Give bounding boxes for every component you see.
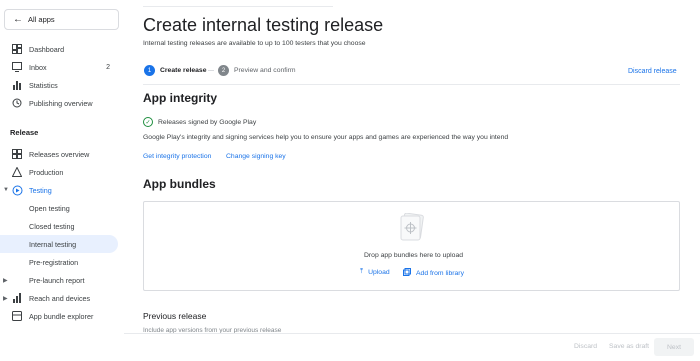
step-label: Preview and confirm — [234, 67, 296, 74]
inbox-icon — [11, 61, 23, 73]
back-arrow-icon: ← — [13, 14, 23, 25]
releases-overview-icon — [11, 148, 23, 160]
bundle-explorer-icon — [11, 310, 23, 322]
sidebar-item-label: Testing — [29, 185, 52, 195]
sidebar-item-open-testing[interactable]: Open testing — [0, 199, 118, 217]
all-apps-label: All apps — [28, 15, 55, 24]
sidebar-item-label: App bundle explorer — [29, 311, 94, 321]
discard-release-link[interactable]: Discard release — [628, 68, 677, 75]
sidebar-item-app-bundle-explorer[interactable]: App bundle explorer — [0, 307, 118, 325]
sidebar-item-pre-launch-report[interactable]: ▶ Pre-launch report — [0, 271, 118, 289]
discard-button[interactable]: Discard — [574, 343, 597, 350]
upload-label: Upload — [368, 268, 390, 276]
save-as-draft-button[interactable]: Save as draft — [609, 343, 649, 350]
drop-instructions: Drop app bundles here to upload — [364, 252, 464, 259]
add-from-library-button[interactable]: Add from library — [403, 268, 464, 278]
production-icon — [11, 166, 23, 178]
sidebar-item-pre-registration[interactable]: Pre-registration — [0, 253, 118, 271]
step-label: Create release — [160, 67, 207, 74]
sidebar-item-label: Statistics — [29, 80, 58, 90]
sidebar-item-label: Pre-registration — [29, 257, 79, 267]
page-title: Create internal testing release — [143, 15, 384, 35]
sidebar-item-publishing-overview[interactable]: Publishing overview — [0, 94, 118, 112]
sidebar-item-testing[interactable]: ▼ Testing — [0, 181, 118, 199]
sidebar-item-releases-overview[interactable]: Releases overview — [0, 145, 118, 163]
upload-button[interactable]: ⤒ Upload — [360, 268, 390, 276]
sidebar-item-label: Reach and devices — [29, 293, 91, 303]
step-number: 1 — [144, 65, 155, 76]
bundle-file-icon — [399, 212, 425, 243]
app-integrity-title: App integrity — [143, 91, 217, 105]
library-icon — [403, 268, 411, 278]
all-apps-button[interactable]: ← All apps — [4, 9, 119, 30]
signed-status-text: Releases signed by Google Play — [158, 118, 257, 126]
sidebar-item-label: Internal testing — [29, 239, 77, 249]
inbox-count-badge: 2 — [106, 63, 110, 71]
previous-release-title: Previous release — [143, 311, 207, 321]
sidebar-item-production[interactable]: Production — [0, 163, 118, 181]
dashboard-icon — [11, 43, 23, 55]
change-signing-key-link[interactable]: Change signing key — [226, 153, 286, 160]
step-number: 2 — [218, 65, 229, 76]
sidebar-item-dashboard[interactable]: Dashboard — [0, 40, 118, 58]
caret-right-icon: ▶ — [3, 277, 8, 284]
caret-down-icon: ▼ — [3, 187, 9, 193]
sidebar-item-label: Publishing overview — [29, 98, 93, 108]
library-label: Add from library — [416, 269, 464, 277]
sidebar: ← All apps Dashboard Inbox 2 Statistics … — [0, 0, 124, 361]
integrity-description: Google Play's integrity and signing serv… — [143, 134, 509, 141]
sidebar-item-label: Inbox — [29, 62, 47, 72]
sidebar-item-statistics[interactable]: Statistics — [0, 76, 118, 94]
testing-icon — [11, 184, 23, 196]
sidebar-item-label: Closed testing — [29, 221, 75, 231]
sidebar-item-label: Production — [29, 167, 64, 177]
step-preview-confirm[interactable]: 2 Preview and confirm — [218, 65, 296, 76]
step-create-release[interactable]: 1 Create release — [144, 65, 206, 76]
bar-chart-icon — [11, 79, 23, 91]
header-divider — [143, 84, 680, 85]
page-subtitle: Internal testing releases are available … — [143, 40, 366, 47]
sidebar-item-label: Dashboard — [29, 44, 65, 54]
sidebar-item-label: Releases overview — [29, 149, 90, 159]
app-bundles-title: App bundles — [143, 177, 216, 191]
sidebar-item-closed-testing[interactable]: Closed testing — [0, 217, 118, 235]
sidebar-item-inbox[interactable]: Inbox 2 — [0, 58, 118, 76]
sidebar-item-reach-and-devices[interactable]: ▶ Reach and devices — [0, 289, 118, 307]
get-integrity-protection-link[interactable]: Get integrity protection — [143, 153, 211, 160]
upload-icon: ⤒ — [360, 268, 364, 275]
sidebar-item-label: Open testing — [29, 203, 70, 213]
check-circle-icon: ✓ — [143, 117, 153, 127]
sidebar-item-internal-testing[interactable]: Internal testing — [0, 235, 118, 253]
step-separator — [208, 70, 214, 71]
reach-devices-icon — [11, 292, 23, 304]
caret-right-icon: ▶ — [3, 295, 8, 302]
sidebar-item-label: Pre-launch report — [29, 275, 85, 285]
top-divider — [143, 6, 333, 7]
signed-status: ✓ Releases signed by Google Play — [143, 117, 256, 127]
publishing-icon — [11, 97, 23, 109]
next-button[interactable]: Next — [654, 338, 694, 356]
section-release-title: Release — [10, 128, 39, 137]
